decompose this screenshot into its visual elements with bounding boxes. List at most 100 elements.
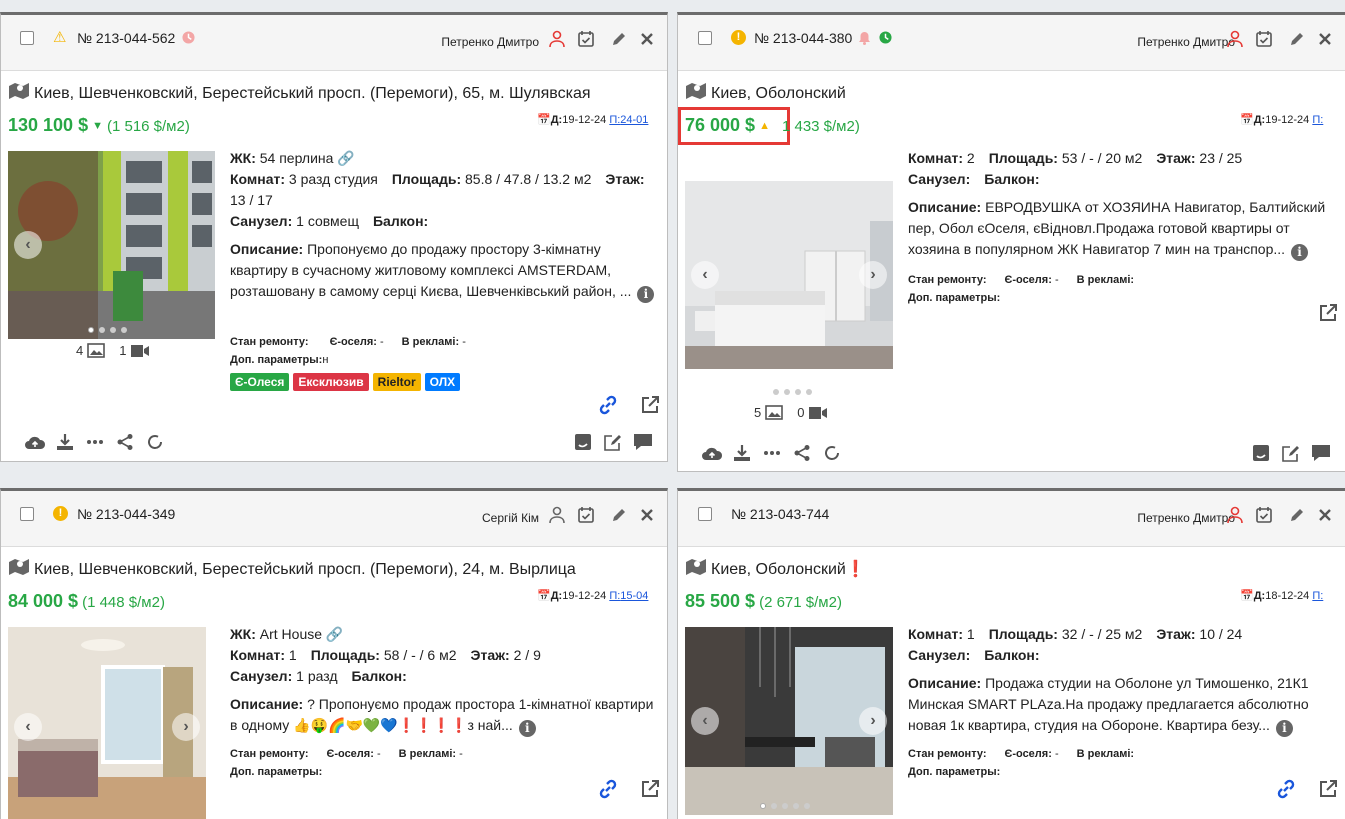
external-link-button[interactable] <box>1317 778 1339 800</box>
price-up-icon: ▲ <box>759 120 770 132</box>
listing-card: ⚠ № 213-044-562 Петренко Дмитро Киев, Ше… <box>0 12 668 462</box>
share-icon[interactable] <box>114 431 136 453</box>
calendar-check-icon[interactable] <box>576 29 596 49</box>
calendar-check-icon[interactable] <box>1254 505 1274 525</box>
tag[interactable]: ОЛХ <box>424 373 461 391</box>
map-pin-icon <box>686 559 706 575</box>
listing-details: ЖК: 54 перлина 🔗 Комнат: 3 разд студия Пл… <box>230 148 662 303</box>
more-icon[interactable] <box>84 431 106 453</box>
chain-link-button[interactable] <box>597 778 619 800</box>
calendar-check-icon[interactable] <box>576 505 596 525</box>
agent-name[interactable]: Петренко Дмитро <box>1137 511 1235 525</box>
map-pin-icon <box>686 83 706 99</box>
close-icon[interactable] <box>1315 505 1335 525</box>
chain-link-button[interactable] <box>597 394 619 416</box>
tag[interactable]: Є-Олеся <box>230 373 290 391</box>
chain-link-button[interactable] <box>1275 778 1297 800</box>
edit-icon[interactable] <box>609 29 629 49</box>
share-icon[interactable] <box>791 442 813 464</box>
address: Киев, Шевченковский, Берестейський просп… <box>8 81 591 103</box>
calendar-icon: 📅 <box>537 590 551 602</box>
agent-name[interactable]: Петренко Дмитро <box>1137 35 1235 49</box>
update-link[interactable]: П: <box>1312 590 1323 602</box>
agent-name[interactable]: Петренко Дмитро <box>441 35 539 49</box>
external-link-button[interactable] <box>1317 302 1339 324</box>
tag-list: Є-Олеся Ексклюзив Rieltor ОЛХ <box>230 373 461 391</box>
user-icon[interactable] <box>1225 505 1245 525</box>
note-edit-icon[interactable] <box>602 431 624 453</box>
close-icon[interactable] <box>1315 29 1335 49</box>
tag[interactable]: Ексклюзив <box>293 373 369 391</box>
close-icon[interactable] <box>637 505 657 525</box>
address: Киев, Оболонский❗ <box>685 557 866 579</box>
select-checkbox[interactable] <box>20 507 34 521</box>
listing-photo[interactable]: ‹ › <box>8 627 206 819</box>
comment-icon[interactable] <box>1310 442 1332 464</box>
warning-icon: ⚠ <box>53 29 67 46</box>
edit-icon[interactable] <box>1287 505 1307 525</box>
price: 130 100 $ ▼ (1 516 $/м2) <box>8 115 190 135</box>
clock-icon <box>879 31 892 47</box>
address: Киев, Оболонский <box>685 81 846 103</box>
info-icon[interactable]: i <box>1275 720 1293 737</box>
select-checkbox[interactable] <box>20 31 34 45</box>
edit-icon[interactable] <box>1287 29 1307 49</box>
calendar-check-icon[interactable] <box>1254 29 1274 49</box>
download-icon[interactable] <box>731 442 753 464</box>
user-icon[interactable] <box>1225 29 1245 49</box>
phone-icon[interactable] <box>572 431 594 453</box>
agent-name[interactable]: Сергій Кім <box>482 511 539 525</box>
extra-fields: Стан ремонту: Є-оселя: -В рекламі: - Доп… <box>230 336 466 366</box>
comment-icon[interactable] <box>632 431 654 453</box>
link-icon[interactable]: 🔗 <box>337 150 354 166</box>
info-icon[interactable]: i <box>637 286 655 303</box>
photo-dots <box>760 803 810 809</box>
listing-details: Комнат: 2 Площадь: 53 / - / 20 м2 Этаж: 23… <box>908 150 1326 261</box>
update-link[interactable]: П: <box>1312 114 1323 126</box>
photo-next-button[interactable]: › <box>172 713 200 741</box>
map-pin-icon <box>9 83 29 99</box>
phone-icon[interactable] <box>1250 442 1272 464</box>
listing-photo[interactable]: ‹ › <box>685 627 893 815</box>
photo-next-button[interactable]: › <box>859 707 887 735</box>
note-edit-icon[interactable] <box>1280 442 1302 464</box>
video-icon <box>809 406 828 419</box>
video-icon <box>131 344 150 357</box>
info-icon[interactable]: i <box>1291 244 1309 261</box>
cloud-upload-icon[interactable] <box>24 431 46 453</box>
close-icon[interactable] <box>637 29 657 49</box>
external-link-button[interactable] <box>639 778 661 800</box>
listing-photo[interactable]: ‹ <box>8 151 215 339</box>
select-checkbox[interactable] <box>698 507 712 521</box>
photo-prev-button[interactable]: ‹ <box>14 231 42 259</box>
listing-photo[interactable]: ‹ › <box>685 181 893 369</box>
cloud-upload-icon[interactable] <box>701 442 723 464</box>
date-info: 📅Д:19-12-24 П:15-04 <box>537 590 649 602</box>
photo-prev-button[interactable]: ‹ <box>691 707 719 735</box>
update-link[interactable]: П:15-04 <box>609 590 648 602</box>
listing-card: № 213-043-744 Петренко Дмитро Киев, Обол… <box>677 488 1345 819</box>
media-count: 4 1 <box>76 343 150 358</box>
photo-prev-button[interactable]: ‹ <box>14 713 42 741</box>
user-icon[interactable] <box>547 505 567 525</box>
calendar-icon: 📅 <box>1240 590 1254 602</box>
select-checkbox[interactable] <box>698 31 712 45</box>
card-header: ! № 213-044-349 Сергій Кім <box>1 491 667 547</box>
info-icon[interactable]: i <box>518 720 536 737</box>
link-icon[interactable]: 🔗 <box>326 626 343 642</box>
card-header: № 213-043-744 Петренко Дмитро <box>678 491 1345 547</box>
more-icon[interactable] <box>761 442 783 464</box>
user-icon[interactable] <box>547 29 567 49</box>
refresh-icon[interactable] <box>821 442 843 464</box>
photo-next-button[interactable]: › <box>859 261 887 289</box>
refresh-icon[interactable] <box>144 431 166 453</box>
address: Киев, Шевченковский, Берестейський просп… <box>8 557 576 579</box>
listing-details: Комнат: 1 Площадь: 32 / - / 25 м2 Этаж: 10… <box>908 626 1309 737</box>
photo-prev-button[interactable]: ‹ <box>691 261 719 289</box>
external-link-button[interactable] <box>639 394 661 416</box>
download-icon[interactable] <box>54 431 76 453</box>
edit-icon[interactable] <box>609 505 629 525</box>
tag[interactable]: Rieltor <box>372 373 421 391</box>
update-link[interactable]: П:24-01 <box>609 114 648 126</box>
date-info: 📅Д:19-12-24 П: <box>1240 114 1324 126</box>
